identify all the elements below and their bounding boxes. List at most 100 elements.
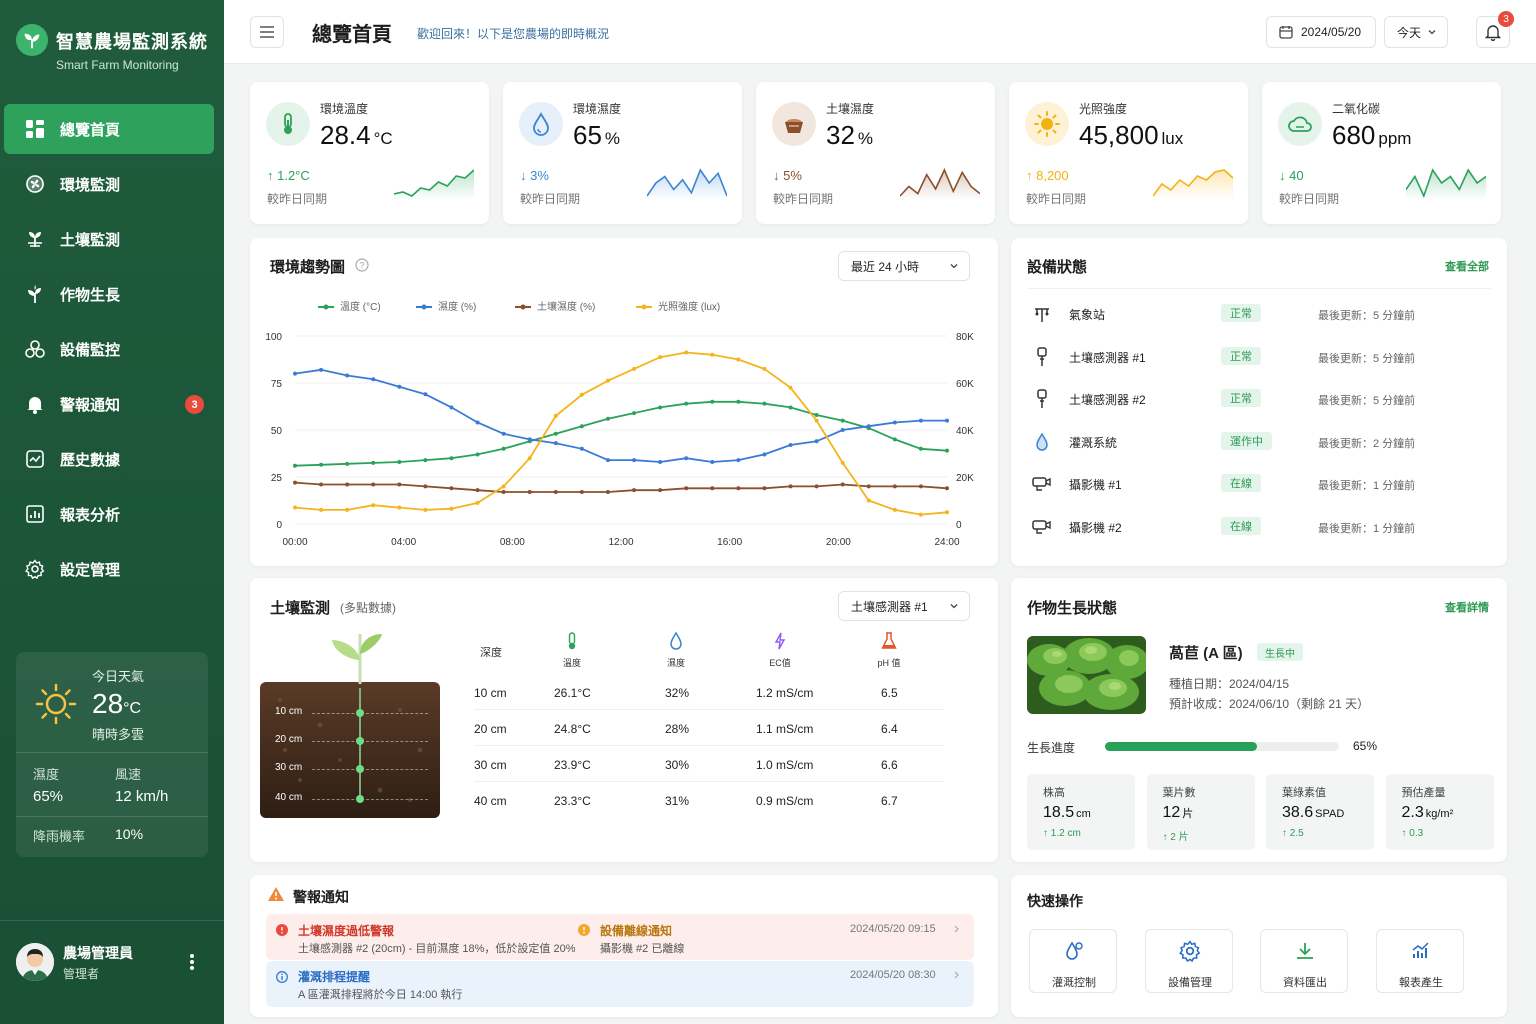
gear-icon [24, 558, 46, 580]
sidebar-item-crop[interactable]: 作物生長 [4, 269, 214, 319]
bell-icon [1485, 23, 1501, 41]
water-drop-icon [668, 632, 684, 650]
sidebar-item-settings[interactable]: 設定管理 [4, 544, 214, 594]
crop-metric: 株高 18.5 cm ↑ 1.2 cm [1027, 774, 1135, 850]
sidebar-item-history[interactable]: 歷史數據 [4, 434, 214, 484]
data-point [501, 490, 506, 495]
irrigation-control-button[interactable]: 灌溉控制 [1029, 929, 1117, 993]
rain-label: 降雨機率 [33, 829, 86, 844]
sidebar-item-soil[interactable]: 土壤監測 [4, 214, 214, 264]
data-point [423, 507, 428, 512]
data-point [710, 399, 715, 404]
stat-delta: ↓ 40 [1279, 168, 1304, 183]
stat-label: 環境溫度 [320, 102, 369, 116]
growth-progress-bar [1105, 742, 1339, 751]
sidebar: 智慧農場監測系統 Smart Farm Monitoring 總覽首頁 環境監測… [0, 0, 224, 1024]
data-point [892, 484, 897, 489]
x-tick: 20:00 [826, 537, 851, 548]
alert-title: 灌溉排程提醒 [298, 970, 371, 984]
leaf-logo-icon [16, 24, 48, 56]
x-tick: 00:00 [282, 537, 307, 548]
more-vertical-icon[interactable] [186, 951, 198, 973]
sidebar-item-overview[interactable]: 總覽首頁 [4, 104, 214, 154]
sidebar-item-reports[interactable]: 報表分析 [4, 489, 214, 539]
data-point [840, 460, 845, 465]
view-details-link[interactable]: 查看詳情 [1445, 599, 1489, 615]
calendar-icon [1279, 25, 1293, 39]
device-row[interactable]: 攝影機 #2 在線 最後更新：1 分鐘前 [1027, 506, 1487, 548]
quick-label: 資料匯出 [1283, 977, 1327, 989]
soil-sensor-icon [1031, 388, 1053, 410]
view-all-link[interactable]: 查看全部 [1445, 258, 1489, 274]
depth-marker: 40 cm [260, 792, 440, 806]
metric-delta: ↑ 2 片 [1162, 832, 1189, 843]
device-row[interactable]: 氣象站 正常 最後更新：5 分鐘前 [1027, 293, 1487, 335]
data-point [866, 498, 871, 503]
sensor-dot [356, 765, 364, 773]
stat-sparkline [900, 168, 980, 200]
data-point [736, 458, 741, 463]
error-icon [276, 924, 288, 936]
progress-label: 生長進度 [1027, 741, 1076, 755]
range-select[interactable]: 今天 [1384, 16, 1448, 48]
data-point [788, 443, 793, 448]
notification-button[interactable]: 3 [1476, 11, 1514, 48]
stat-sparkline [1406, 168, 1486, 200]
history-chart-icon [24, 448, 46, 470]
weather-station-icon [1031, 303, 1053, 325]
data-export-button[interactable]: 資料匯出 [1260, 929, 1348, 993]
soil-card: 土壤監測 (多點數據) 土壤感測器 #1 10 cm 20 cm 30 cm 4… [250, 578, 998, 862]
user-panel[interactable]: 農場管理員 管理者 [0, 920, 224, 1024]
data-point [371, 503, 376, 508]
data-point [658, 355, 663, 360]
quick-actions-card: 快速操作 灌溉控制 設備管理 資料匯出 報表產生 [1011, 875, 1507, 1017]
sidebar-item-devices[interactable]: 設備監控 [4, 324, 214, 374]
alerts-title: 警報通知 [293, 889, 349, 905]
wind-value: 12 km/h [115, 788, 169, 805]
x-tick: 12:00 [608, 537, 633, 548]
depth-marker: 10 cm [260, 706, 440, 720]
device-name: 灌溉系統 [1069, 435, 1118, 450]
depth-line [312, 741, 428, 742]
cell-ph: 6.4 [881, 722, 898, 736]
sidebar-item-environment[interactable]: 環境監測 [4, 159, 214, 209]
metric-value: 18.5 cm [1043, 804, 1091, 821]
soil-sprout-icon [24, 228, 46, 250]
data-point [814, 418, 819, 423]
data-point [293, 480, 297, 485]
series-line [294, 400, 948, 467]
device-row[interactable]: 土壤感測器 #1 正常 最後更新：5 分鐘前 [1027, 336, 1487, 378]
stat-sparkline [1153, 169, 1233, 200]
crop-name: 萵苣 (A 區) [1169, 645, 1243, 662]
depth-label: 30 cm [275, 762, 303, 773]
sidebar-item-label: 報表分析 [60, 506, 121, 524]
data-point [892, 420, 897, 425]
sidebar-item-label: 設備監控 [60, 341, 121, 359]
device-row[interactable]: 攝影機 #1 在線 最後更新：1 分鐘前 [1027, 463, 1487, 505]
alert-item-soil[interactable]: 土壤濕度過低警報 土壤感測器 #2 (20cm) - 目前濕度 18%，低於設定… [266, 914, 974, 960]
data-point [710, 459, 715, 464]
date-picker[interactable]: 2024/05/20 [1266, 16, 1376, 48]
chevron-right-icon [954, 925, 960, 933]
data-point [736, 357, 741, 362]
rain-value: 10% [115, 826, 144, 842]
data-point [632, 488, 637, 493]
device-management-button[interactable]: 設備管理 [1145, 929, 1233, 993]
sensor-select[interactable]: 土壤感測器 #1 [838, 591, 970, 621]
depth-label: 10 cm [275, 706, 303, 717]
data-point [345, 461, 350, 466]
stat-value: 45,800 lux [1079, 120, 1184, 150]
quick-title: 快速操作 [1027, 893, 1083, 909]
dashboard-icon [24, 118, 46, 140]
data-point [475, 488, 480, 493]
device-row[interactable]: 灌溉系統 運作中 最後更新：2 分鐘前 [1027, 421, 1487, 463]
device-title: 設備狀態 [1027, 259, 1088, 276]
alert-item-irrigation[interactable]: 灌溉排程提醒 A 區灌溉排程將於今日 14:00 執行 2024/05/20 0… [266, 961, 974, 1007]
device-row[interactable]: 土壤感測器 #2 正常 最後更新：5 分鐘前 [1027, 378, 1487, 420]
data-point [527, 490, 532, 495]
y-tick-left: 50 [271, 426, 283, 437]
sidebar-item-alerts[interactable]: 警報通知 3 [4, 379, 214, 429]
menu-toggle-button[interactable] [250, 16, 284, 48]
report-generate-button[interactable]: 報表產生 [1376, 929, 1464, 993]
data-point [892, 437, 897, 442]
